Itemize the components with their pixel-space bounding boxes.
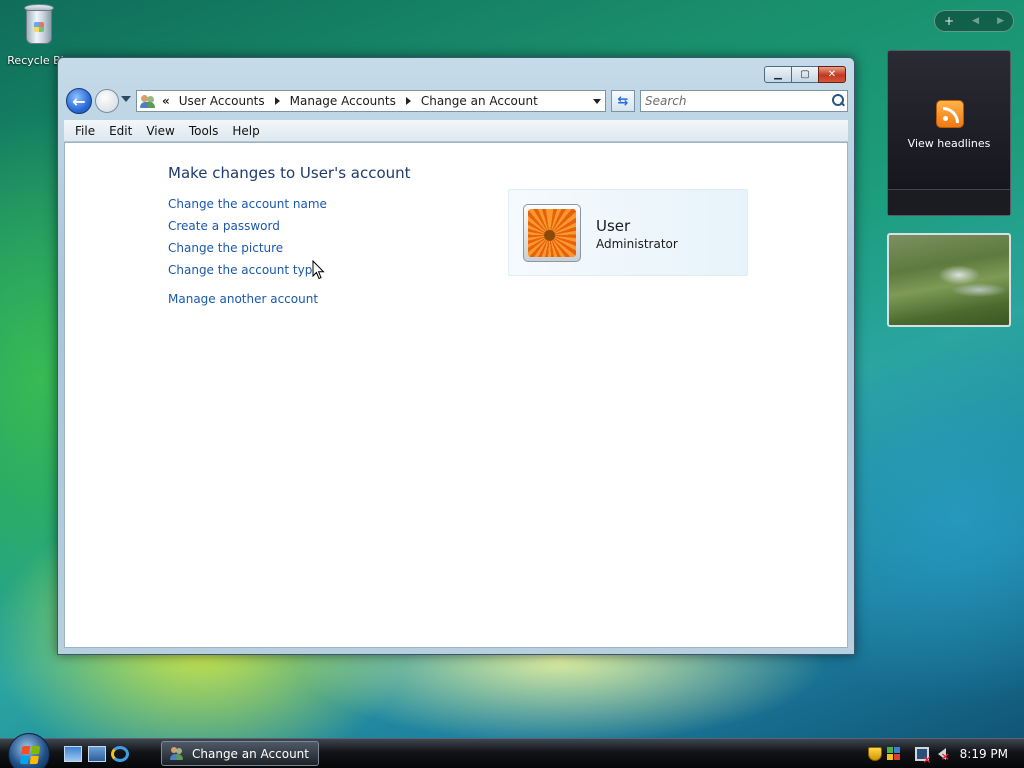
menu-file[interactable]: File	[68, 124, 102, 138]
breadcrumb-separator-icon[interactable]	[274, 97, 280, 105]
caption-buttons: ▁ ▢ ✕	[764, 66, 846, 83]
notification-area: 8:19 PM	[867, 739, 1024, 768]
feed-gadget-footer	[888, 189, 1010, 215]
start-orb[interactable]	[8, 733, 50, 768]
search-icon[interactable]	[829, 92, 847, 110]
recent-pages-dropdown[interactable]	[121, 96, 131, 102]
menu-view[interactable]: View	[139, 124, 181, 138]
windows-logo-icon	[19, 746, 41, 764]
breadcrumb-user-accounts[interactable]: User Accounts	[175, 94, 269, 108]
menu-tools[interactable]: Tools	[182, 124, 226, 138]
breadcrumb-change-account[interactable]: Change an Account	[417, 94, 542, 108]
slideshow-gadget[interactable]	[887, 233, 1011, 327]
show-desktop-icon[interactable]	[64, 746, 82, 762]
internet-explorer-icon[interactable]	[111, 746, 129, 762]
change-picture-link[interactable]: Change the picture	[168, 240, 327, 262]
recycle-bin-icon	[22, 2, 56, 46]
user-accounts-icon	[140, 93, 156, 109]
windows-defender-icon[interactable]	[867, 747, 882, 761]
rss-icon	[936, 100, 964, 128]
refresh-icon: ⇆	[617, 93, 629, 109]
content-pane: Make changes to User's account Change th…	[64, 142, 848, 648]
refresh-button[interactable]: ⇆	[611, 90, 635, 112]
page-title: Make changes to User's account	[168, 164, 411, 182]
forward-button[interactable]	[95, 89, 119, 113]
search-input[interactable]	[641, 94, 829, 108]
close-button[interactable]: ✕	[818, 66, 846, 83]
minimize-button[interactable]: ▁	[764, 66, 792, 83]
menu-help[interactable]: Help	[225, 124, 266, 138]
back-button[interactable]: ←	[66, 88, 92, 114]
next-page-icon[interactable]: ▶	[997, 16, 1004, 26]
breadcrumb-manage-accounts[interactable]: Manage Accounts	[286, 94, 400, 108]
account-name: User	[596, 217, 631, 235]
feed-gadget-label[interactable]: View headlines	[888, 137, 1010, 150]
network-icon[interactable]	[914, 747, 932, 766]
switch-windows-icon[interactable]	[88, 746, 106, 762]
account-picture	[523, 204, 581, 262]
change-account-name-link[interactable]: Change the account name	[168, 196, 327, 218]
taskbar: Change an Account 8:19 PM	[0, 733, 1024, 768]
account-card: User Administrator	[508, 189, 748, 276]
manage-another-account-link[interactable]: Manage another account	[168, 291, 327, 313]
sidebar-controls[interactable]: + ◀ ▶	[934, 10, 1014, 32]
maximize-button[interactable]: ▢	[791, 66, 819, 83]
previous-page-icon[interactable]: ◀	[972, 16, 979, 26]
create-password-link[interactable]: Create a password	[168, 218, 327, 240]
breadcrumb-overflow[interactable]: «	[162, 94, 170, 108]
user-picture-flower	[528, 209, 576, 257]
taskbar-button-change-account[interactable]: Change an Account	[161, 741, 319, 766]
add-gadget-icon[interactable]: +	[944, 14, 954, 28]
taskbar-button-label: Change an Account	[192, 746, 309, 761]
breadcrumb-separator-icon[interactable]	[405, 97, 411, 105]
address-bar[interactable]: « User Accounts Manage Accounts Change a…	[136, 90, 606, 112]
user-accounts-icon	[170, 746, 184, 761]
change-account-type-link[interactable]: Change the account type	[168, 262, 327, 284]
clock[interactable]: 8:19 PM	[960, 747, 1008, 761]
menu-bar: File Edit View Tools Help	[64, 120, 848, 142]
account-type: Administrator	[596, 237, 678, 251]
change-account-window: ▁ ▢ ✕ ← « User Accounts Manage Accounts …	[57, 57, 855, 655]
address-dropdown-icon[interactable]	[589, 91, 605, 111]
security-center-icon[interactable]	[886, 747, 901, 761]
navigation-bar: ← « User Accounts Manage Accounts Change…	[66, 88, 848, 114]
menu-edit[interactable]: Edit	[102, 124, 139, 138]
back-arrow-icon: ←	[72, 91, 86, 111]
task-links: Change the account name Create a passwor…	[168, 196, 327, 313]
volume-muted-icon[interactable]	[937, 748, 950, 763]
search-box[interactable]	[640, 90, 848, 112]
feed-headlines-gadget[interactable]: View headlines	[887, 50, 1011, 216]
